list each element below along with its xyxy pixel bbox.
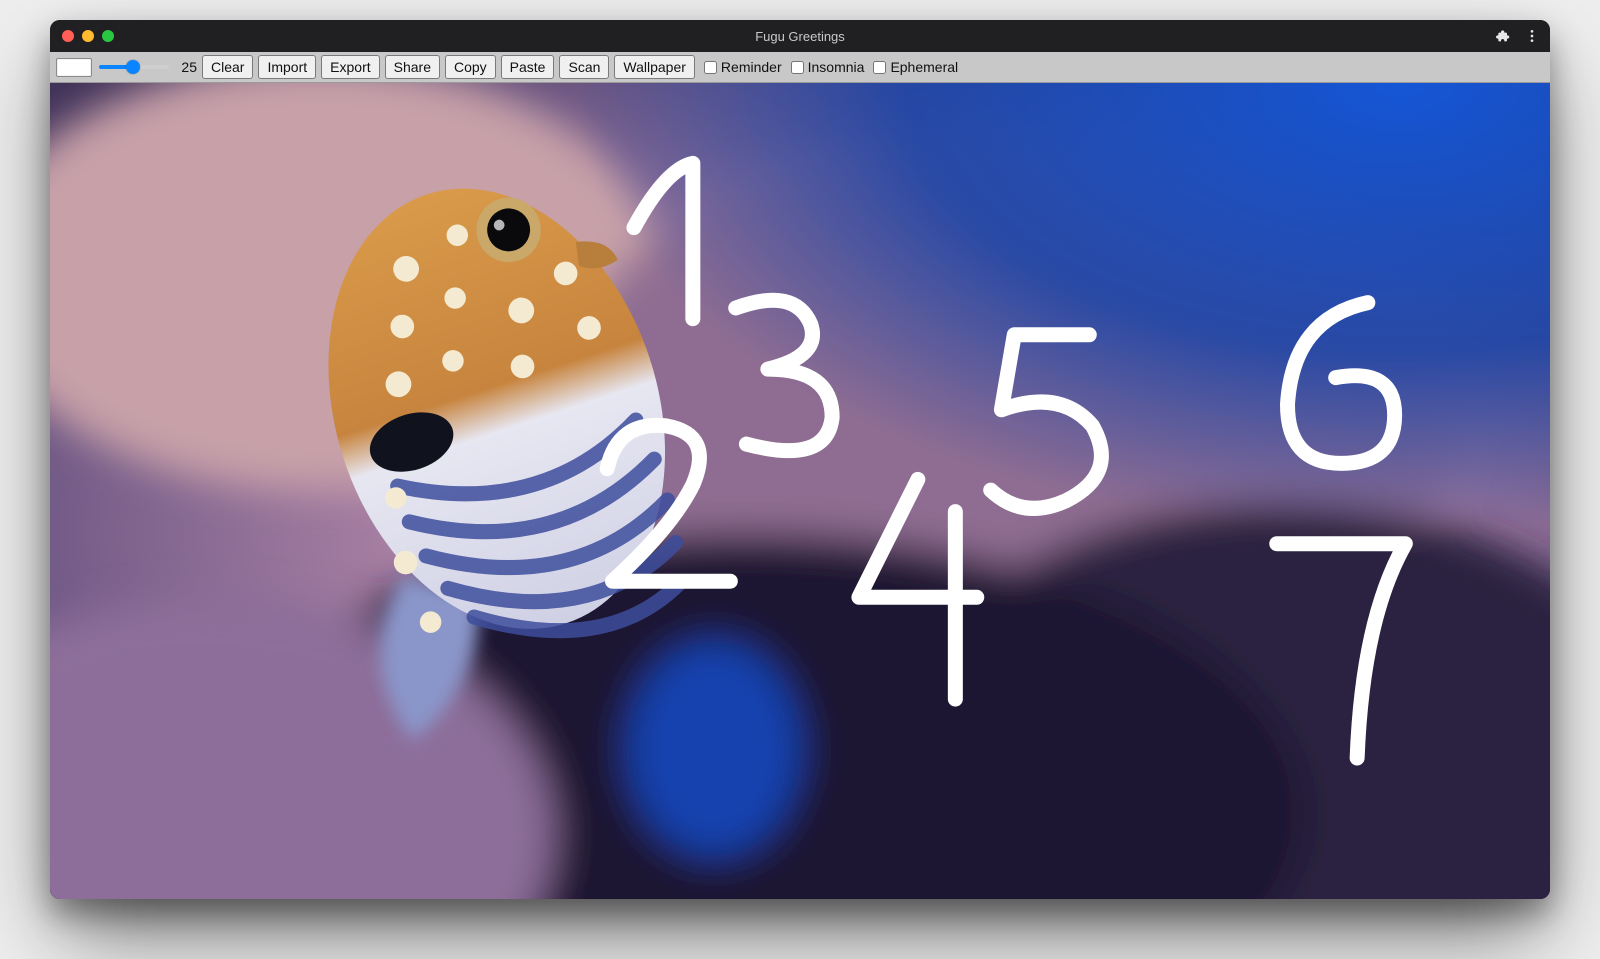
ephemeral-label: Ephemeral xyxy=(890,59,958,75)
reminder-option: Reminder xyxy=(704,59,782,75)
share-button[interactable]: Share xyxy=(385,55,440,79)
extension-puzzle-icon[interactable] xyxy=(1494,28,1510,44)
scan-button[interactable]: Scan xyxy=(559,55,609,79)
drawing-canvas[interactable] xyxy=(50,83,1550,899)
export-button[interactable]: Export xyxy=(321,55,379,79)
brush-size-value: 25 xyxy=(177,59,197,75)
window-controls xyxy=(50,30,114,42)
import-button[interactable]: Import xyxy=(258,55,316,79)
window-zoom-button[interactable] xyxy=(102,30,114,42)
ephemeral-option: Ephemeral xyxy=(873,59,958,75)
brush-size-slider[interactable] xyxy=(99,60,169,74)
brush-size-control: 25 xyxy=(97,58,197,76)
reminder-label: Reminder xyxy=(721,59,782,75)
wallpaper-button[interactable]: Wallpaper xyxy=(614,55,695,79)
reminder-checkbox[interactable] xyxy=(704,61,717,74)
insomnia-checkbox[interactable] xyxy=(791,61,804,74)
color-picker[interactable] xyxy=(56,58,92,77)
titlebar: Fugu Greetings xyxy=(50,20,1550,52)
window-close-button[interactable] xyxy=(62,30,74,42)
copy-button[interactable]: Copy xyxy=(445,55,496,79)
ephemeral-checkbox[interactable] xyxy=(873,61,886,74)
clear-button[interactable]: Clear xyxy=(202,55,253,79)
kebab-menu-icon[interactable] xyxy=(1524,28,1540,44)
window-title-text: Fugu Greetings xyxy=(755,29,845,44)
background-photo xyxy=(50,83,1550,899)
toolbar: 25 Clear Import Export Share Copy Paste … xyxy=(50,52,1550,83)
insomnia-label: Insomnia xyxy=(808,59,865,75)
paste-button[interactable]: Paste xyxy=(501,55,555,79)
window-title: Fugu Greetings xyxy=(50,29,1550,44)
insomnia-option: Insomnia xyxy=(791,59,865,75)
window-minimize-button[interactable] xyxy=(82,30,94,42)
app-window: Fugu Greetings 25 xyxy=(50,20,1550,899)
titlebar-actions xyxy=(1494,28,1540,44)
